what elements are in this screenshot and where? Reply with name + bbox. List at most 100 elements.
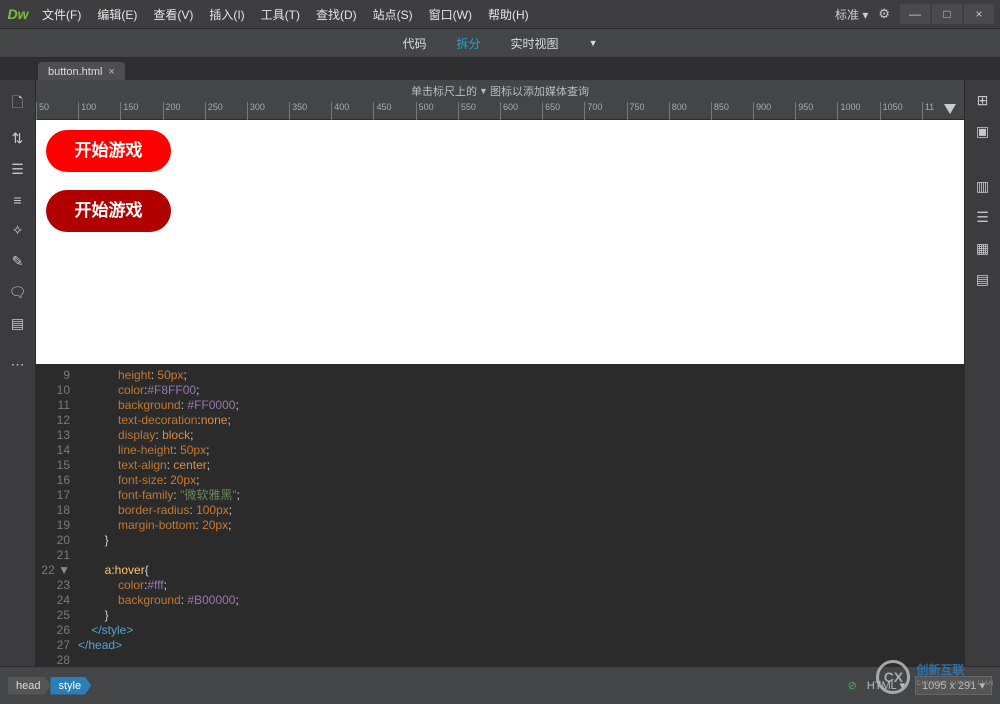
code-editor[interactable]: 910111213141516171819202122 ▼23242526272… <box>36 364 964 666</box>
workspace-switcher[interactable]: 标准 ▾ <box>835 6 868 23</box>
line-number: 22 ▼ <box>36 563 70 578</box>
ruler-tick: 650 <box>542 102 560 120</box>
preview-button-1[interactable]: 开始游戏 <box>46 130 171 172</box>
live-preview[interactable]: 开始游戏 开始游戏 <box>36 120 964 364</box>
panel4-icon[interactable]: ▤ <box>976 271 989 288</box>
view-live[interactable]: 实时视图 <box>505 31 565 56</box>
title-right: 标准 ▾ ⚙ — □ × <box>835 4 1000 24</box>
code-line[interactable]: text-align: center; <box>78 458 964 473</box>
settings-icon[interactable]: ⇅ <box>12 130 24 147</box>
view-code[interactable]: 代码 <box>397 31 433 56</box>
ruler-tick: 450 <box>373 102 391 120</box>
menu-window[interactable]: 窗口(W) <box>423 2 478 27</box>
code-line[interactable]: line-height: 50px; <box>78 443 964 458</box>
crumb-style[interactable]: style <box>50 677 91 695</box>
chevron-down-icon[interactable]: ▼ <box>583 34 604 52</box>
more-icon[interactable]: ⋯ <box>11 356 25 373</box>
code-line[interactable]: } <box>78 533 964 548</box>
ruler-tick: 950 <box>795 102 813 120</box>
line-number: 10 <box>36 383 70 398</box>
line-number: 15 <box>36 458 70 473</box>
comment-icon[interactable]: 🗨 <box>9 284 27 301</box>
menu-find[interactable]: 查找(D) <box>310 2 363 27</box>
code-line[interactable]: } <box>78 608 964 623</box>
crumb-head[interactable]: head <box>8 677 50 695</box>
viewport-dimensions[interactable]: 1095 x 291 ▾ <box>915 676 992 695</box>
left-toolbar: 🗋 ⇅ ☰ ≡ ✧ ✎ 🗨 ▤ ⋯ <box>0 80 36 666</box>
code-line[interactable]: </head> <box>78 638 964 653</box>
ruler-tick: 11 <box>922 102 934 120</box>
code-line[interactable] <box>78 653 964 666</box>
brush-icon[interactable]: ✎ <box>12 253 24 270</box>
ruler-tick: 850 <box>711 102 729 120</box>
language-selector[interactable]: HTML ▾ <box>867 679 905 692</box>
ruler-tick: 300 <box>247 102 265 120</box>
line-number: 18 <box>36 503 70 518</box>
menu-edit[interactable]: 编辑(E) <box>91 2 143 27</box>
code-content[interactable]: height: 50px; color:#F8FF00; background:… <box>78 364 964 666</box>
ruler-tick: 350 <box>289 102 307 120</box>
menu-help[interactable]: 帮助(H) <box>482 2 535 27</box>
image-icon[interactable]: ▣ <box>976 123 989 140</box>
right-toolbar: ⊞ ▣ ▥ ☰ ▦ ▤ <box>964 80 1000 666</box>
document-tab[interactable]: button.html × <box>38 62 125 82</box>
work-area: 单击标尺上的 ▼ 图标以添加媒体查询 501001502002503003504… <box>36 80 964 666</box>
panel3-icon[interactable]: ▦ <box>976 240 989 257</box>
code-line[interactable]: background: #FF0000; <box>78 398 964 413</box>
line-number: 21 <box>36 548 70 563</box>
main-menu: 文件(F) 编辑(E) 查看(V) 插入(I) 工具(T) 查找(D) 站点(S… <box>36 2 835 27</box>
ruler-tick: 100 <box>78 102 96 120</box>
list-icon[interactable]: ≡ <box>13 192 21 208</box>
close-button[interactable]: × <box>964 4 994 24</box>
line-number: 25 <box>36 608 70 623</box>
view-split[interactable]: 拆分 <box>451 31 487 56</box>
line-number: 24 <box>36 593 70 608</box>
grid-icon[interactable]: ⊞ <box>977 92 989 109</box>
line-number: 11 <box>36 398 70 413</box>
file-icon[interactable]: 🗋 <box>12 92 23 116</box>
menu-insert[interactable]: 插入(I) <box>203 2 250 27</box>
line-gutter: 910111213141516171819202122 ▼23242526272… <box>36 364 78 666</box>
ruler-tick: 250 <box>205 102 223 120</box>
menu-view[interactable]: 查看(V) <box>147 2 199 27</box>
page-icon[interactable]: ▤ <box>11 315 24 332</box>
code-line[interactable]: margin-bottom: 20px; <box>78 518 964 533</box>
code-line[interactable]: </style> <box>78 623 964 638</box>
code-line[interactable]: font-family: "微软雅黑"; <box>78 488 964 503</box>
gear-icon[interactable]: ⚙ <box>878 6 890 22</box>
link-icon[interactable]: ✧ <box>12 222 24 239</box>
ruler-tick: 1050 <box>880 102 903 120</box>
menu-tools[interactable]: 工具(T) <box>255 2 306 27</box>
code-line[interactable]: height: 50px; <box>78 368 964 383</box>
ruler-tick: 750 <box>627 102 645 120</box>
code-line[interactable]: border-radius: 100px; <box>78 503 964 518</box>
line-number: 26 <box>36 623 70 638</box>
tab-close-icon[interactable]: × <box>108 66 114 78</box>
preview-button-2[interactable]: 开始游戏 <box>46 190 171 232</box>
menu-file[interactable]: 文件(F) <box>36 2 87 27</box>
maximize-button[interactable]: □ <box>932 4 962 24</box>
code-line[interactable]: font-size: 20px; <box>78 473 964 488</box>
line-number: 19 <box>36 518 70 533</box>
status-bar: head style ⊘ HTML ▾ 1095 x 291 ▾ <box>0 666 1000 704</box>
code-line[interactable] <box>78 548 964 563</box>
assets-icon[interactable]: ☰ <box>11 161 24 178</box>
line-number: 12 <box>36 413 70 428</box>
ruler[interactable]: 5010015020025030035040045050055060065070… <box>36 102 964 120</box>
panel2-icon[interactable]: ☰ <box>976 209 989 226</box>
menu-site[interactable]: 站点(S) <box>367 2 419 27</box>
hint-post: 图标以添加媒体查询 <box>490 83 589 99</box>
line-number: 28 <box>36 653 70 666</box>
ruler-marker-icon[interactable] <box>944 104 956 114</box>
code-line[interactable]: text-decoration:none; <box>78 413 964 428</box>
media-query-hint: 单击标尺上的 ▼ 图标以添加媒体查询 <box>36 80 964 102</box>
panel1-icon[interactable]: ▥ <box>976 178 989 195</box>
code-line[interactable]: color:#F8FF00; <box>78 383 964 398</box>
code-line[interactable]: a:hover{ <box>78 563 964 578</box>
code-line[interactable]: color:#fff; <box>78 578 964 593</box>
code-line[interactable]: background: #B00000; <box>78 593 964 608</box>
minimize-button[interactable]: — <box>900 4 930 24</box>
code-line[interactable]: display: block; <box>78 428 964 443</box>
ruler-tick: 550 <box>458 102 476 120</box>
ruler-tick: 400 <box>331 102 349 120</box>
